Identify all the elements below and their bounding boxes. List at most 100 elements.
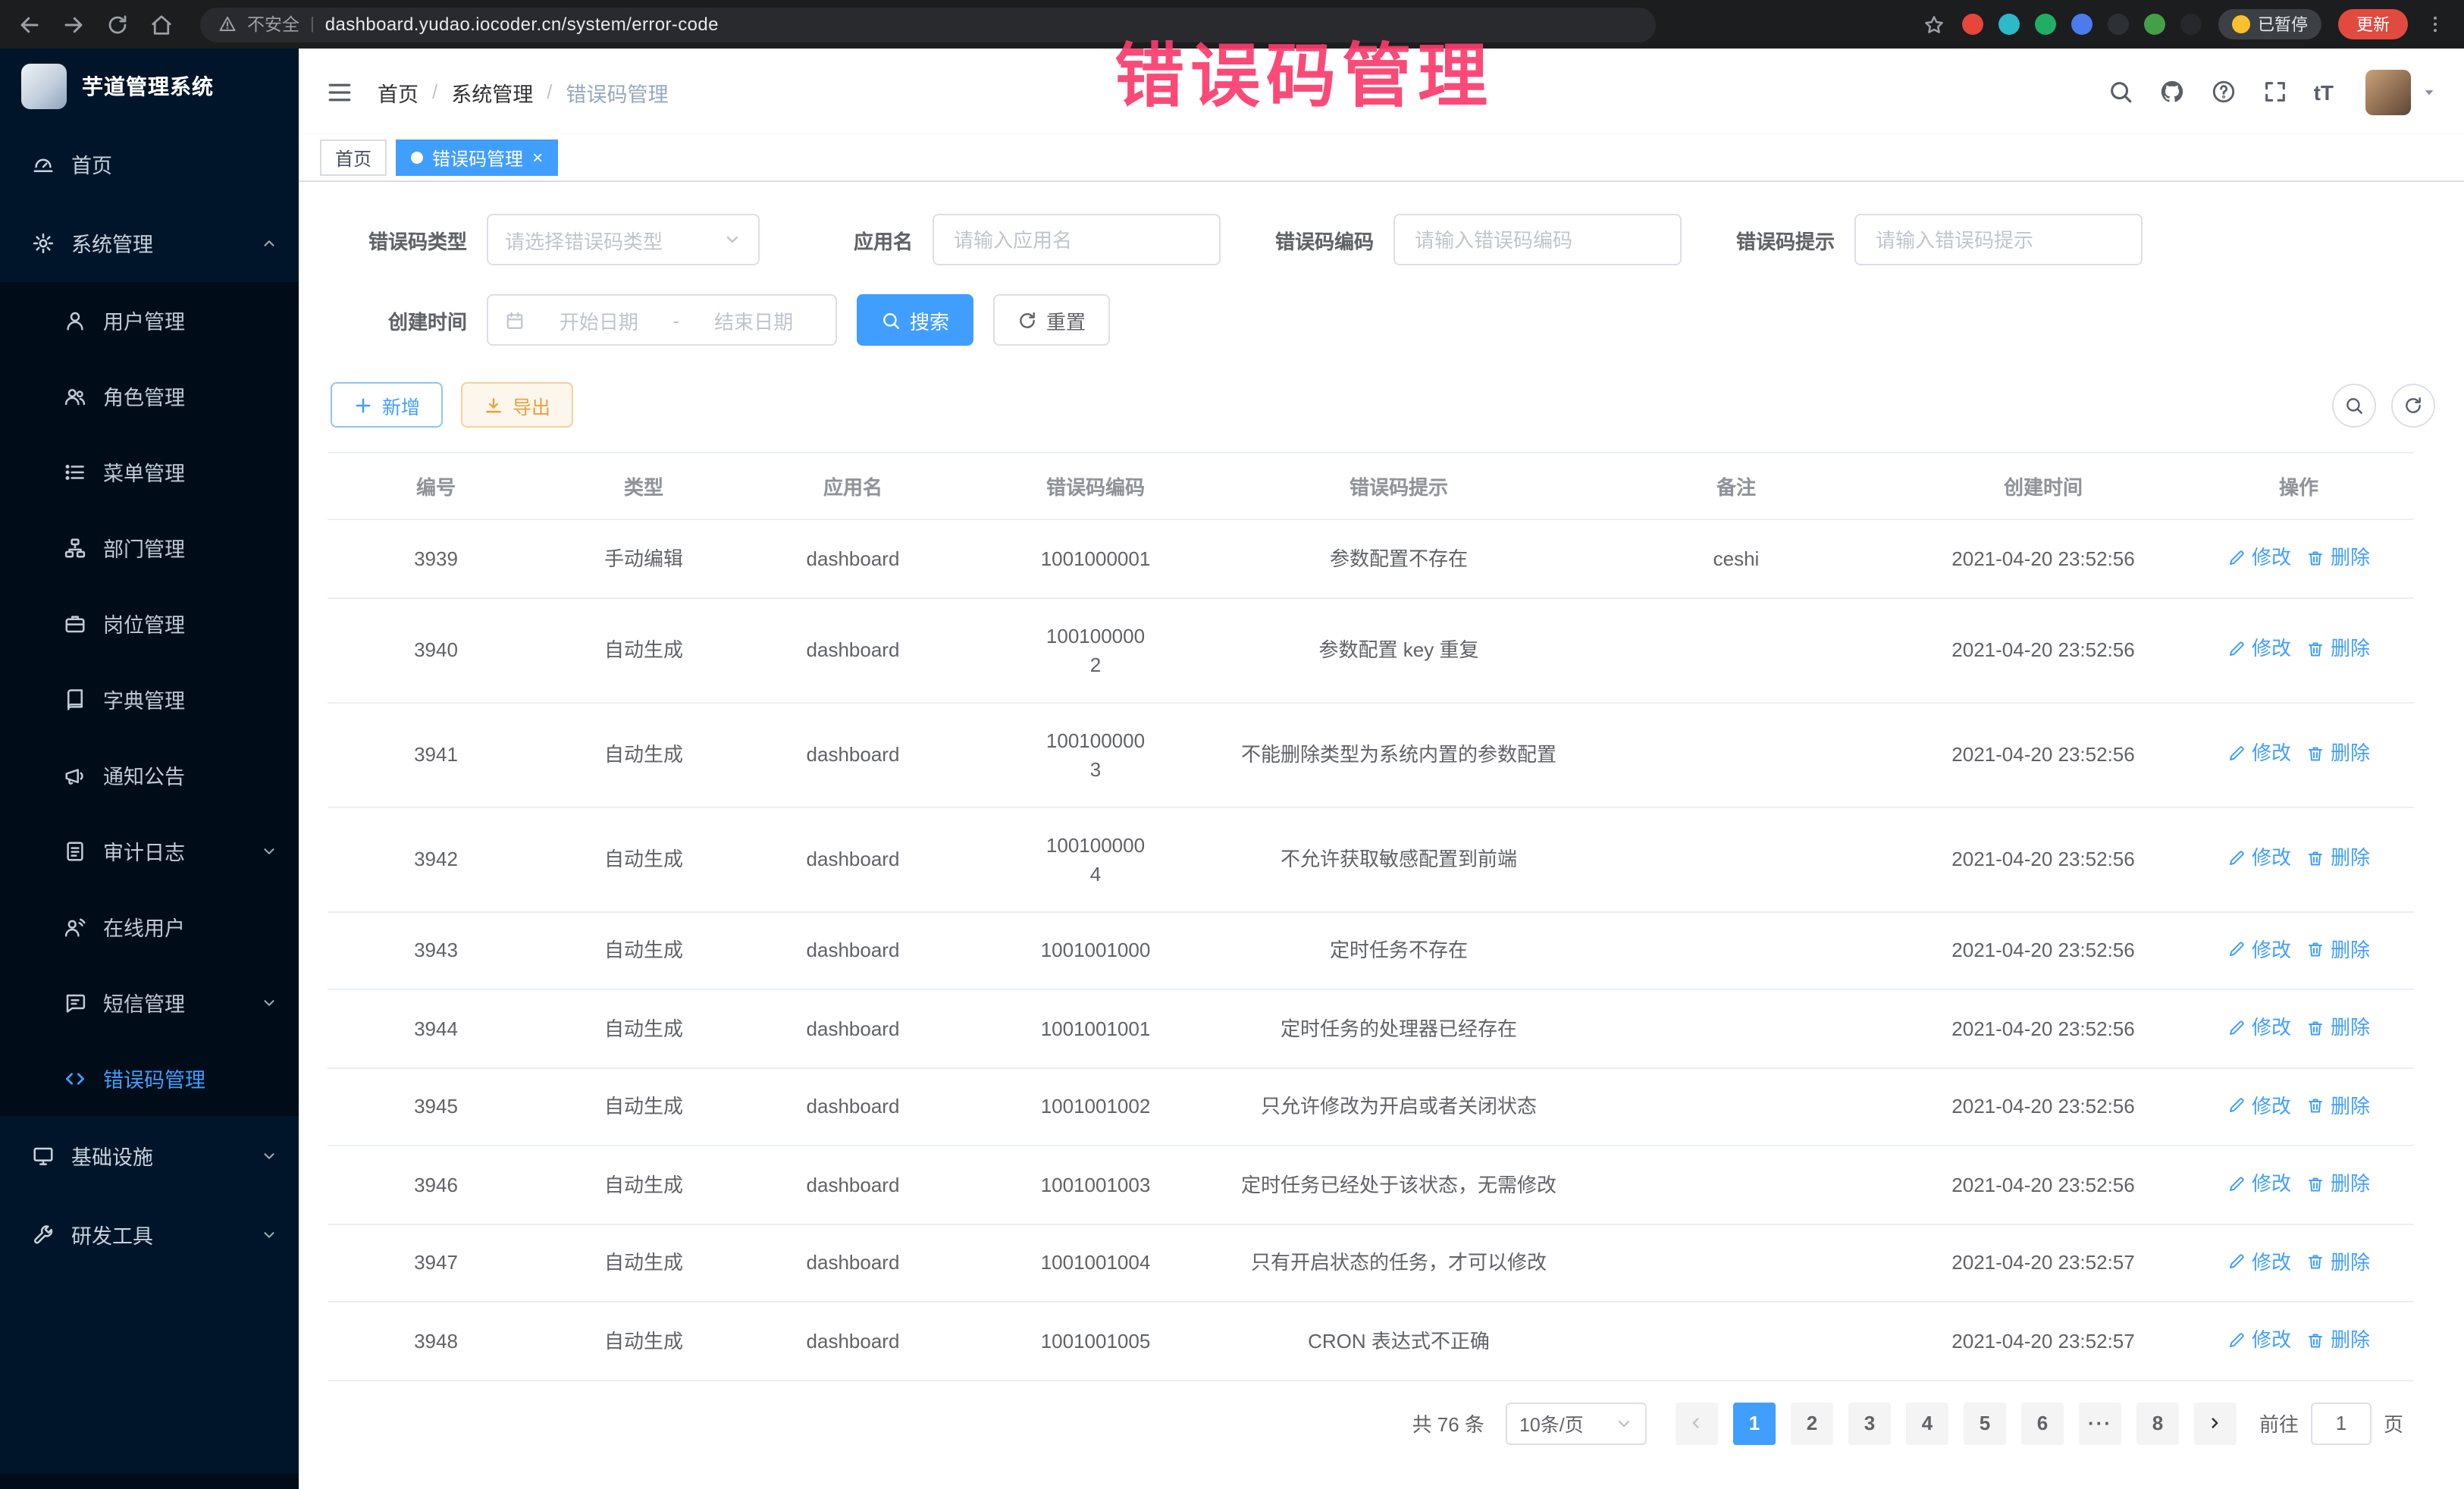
search-icon[interactable] [2108, 79, 2133, 105]
date-range-picker[interactable]: 开始日期 - 结束日期 [487, 294, 837, 346]
extension-pin[interactable] [2180, 14, 2202, 35]
url-text[interactable]: dashboard.yudao.iocoder.cn/system/error-… [325, 14, 719, 35]
sidebar-item-user[interactable]: 用户管理 [0, 282, 299, 358]
edit-link[interactable]: 修改 [2227, 1169, 2291, 1198]
pager-page-6[interactable]: 6 [2021, 1402, 2064, 1444]
delete-link[interactable]: 删除 [2306, 935, 2370, 964]
sidebar-item-menu[interactable]: 菜单管理 [0, 434, 299, 509]
chevron-up-icon [261, 234, 277, 251]
pager-page-2[interactable]: 2 [1791, 1402, 1833, 1444]
delete-link[interactable]: 删除 [2306, 543, 2370, 572]
sidebar-item-system[interactable]: 系统管理 [0, 203, 299, 282]
edit-link[interactable]: 修改 [2227, 543, 2291, 572]
cell-time: 2021-04-20 23:52:56 [1903, 597, 2183, 702]
page-size-select[interactable]: 10条/页 [1506, 1402, 1647, 1444]
toggle-search-button[interactable] [2332, 383, 2376, 427]
pager-page-8[interactable]: 8 [2136, 1402, 2179, 1444]
sidebar-item-dev-tool[interactable]: 研发工具 [0, 1195, 299, 1274]
back-icon[interactable] [18, 13, 41, 36]
extension-leaf[interactable] [2144, 14, 2165, 35]
address-bar[interactable]: 不安全 | dashboard.yudao.iocoder.cn/system/… [200, 7, 1656, 42]
pager-page-4[interactable]: 4 [1906, 1402, 1948, 1444]
sidebar-item-post[interactable]: 岗位管理 [0, 585, 299, 661]
close-tab-icon[interactable]: × [532, 149, 543, 167]
extension-dark-on[interactable] [2108, 14, 2129, 35]
edit-link[interactable]: 修改 [2227, 1325, 2291, 1354]
delete-link[interactable]: 删除 [2306, 739, 2370, 768]
delete-link[interactable]: 删除 [2306, 1091, 2370, 1120]
help-icon[interactable] [2211, 79, 2237, 105]
sidebar-item-role[interactable]: 角色管理 [0, 358, 299, 434]
tab-error-code[interactable]: 错误码管理× [396, 139, 558, 176]
github-icon[interactable] [2159, 79, 2185, 105]
bookmark-star-icon[interactable] [1923, 13, 1945, 36]
breadcrumb-item[interactable]: 系统管理 [451, 77, 533, 107]
error-code-input[interactable] [1393, 214, 1682, 265]
pager-page-1[interactable]: 1 [1733, 1402, 1776, 1444]
pager-page-3[interactable]: 3 [1848, 1402, 1891, 1444]
sidebar-item-online-user[interactable]: 在线用户 [0, 889, 299, 964]
pager-more[interactable]: ··· [2079, 1402, 2121, 1444]
cell-type: 自动生成 [544, 807, 743, 911]
cell-hint: 定时任务已经处于该状态，无需修改 [1228, 1146, 1569, 1224]
extension-blue[interactable] [2071, 14, 2093, 35]
message-icon [64, 991, 86, 1014]
logo[interactable]: 芋道管理系统 [0, 49, 299, 124]
sidebar-item-home[interactable]: 首页 [0, 124, 299, 203]
browser-menu-icon[interactable] [2425, 14, 2446, 35]
edit-label: 修改 [2252, 935, 2291, 964]
extension-green-v[interactable] [2035, 14, 2056, 35]
sidebar-item-infra[interactable]: 基础设施 [0, 1116, 299, 1195]
prev-page-button[interactable] [1676, 1402, 1718, 1444]
edit-label: 修改 [2252, 844, 2291, 873]
extension-teal[interactable] [1998, 14, 2020, 35]
edit-link[interactable]: 修改 [2227, 935, 2291, 964]
sidebar-item-error-code[interactable]: 错误码管理 [0, 1040, 299, 1116]
search-button[interactable]: 搜索 [857, 294, 973, 346]
font-size-icon[interactable]: tT [2314, 80, 2334, 104]
sidebar-item-dict[interactable]: 字典管理 [0, 661, 299, 737]
edit-link[interactable]: 修改 [2227, 739, 2291, 768]
edit-link[interactable]: 修改 [2227, 1247, 2291, 1276]
user-menu[interactable] [2365, 69, 2437, 114]
app-name-input[interactable] [933, 214, 1221, 265]
add-button[interactable]: 新增 [331, 382, 443, 428]
cell-operations: 修改删除 [2183, 807, 2414, 911]
export-button[interactable]: 导出 [461, 382, 573, 428]
home-icon[interactable] [150, 13, 173, 36]
breadcrumb-item[interactable]: 首页 [378, 77, 419, 107]
edit-link[interactable]: 修改 [2227, 1091, 2291, 1120]
update-button[interactable]: 更新 [2338, 9, 2408, 39]
forward-icon[interactable] [62, 13, 85, 36]
extension-red[interactable] [1962, 14, 1983, 35]
error-hint-input[interactable] [1854, 214, 2143, 265]
edit-link[interactable]: 修改 [2227, 844, 2291, 873]
next-page-button[interactable] [2194, 1402, 2237, 1444]
pager-page-5[interactable]: 5 [1964, 1402, 2006, 1444]
reset-button[interactable]: 重置 [993, 294, 1110, 346]
delete-link[interactable]: 删除 [2306, 1325, 2370, 1354]
goto-page-input[interactable] [2311, 1402, 2372, 1444]
edit-link[interactable]: 修改 [2227, 635, 2291, 663]
cell-memo [1569, 597, 1903, 702]
sidebar-item-audit-log[interactable]: 审计日志 [0, 813, 299, 889]
delete-link[interactable]: 删除 [2306, 1013, 2370, 1042]
delete-link[interactable]: 删除 [2306, 1247, 2370, 1276]
reload-icon[interactable] [106, 13, 129, 36]
edit-link[interactable]: 修改 [2227, 1013, 2291, 1042]
sidebar-item-dept[interactable]: 部门管理 [0, 509, 299, 585]
delete-link[interactable]: 删除 [2306, 1169, 2370, 1198]
error-type-select[interactable]: 请选择错误码类型 [487, 214, 760, 265]
delete-link[interactable]: 删除 [2306, 844, 2370, 873]
delete-link[interactable]: 删除 [2306, 635, 2370, 663]
sidebar-item-sms[interactable]: 短信管理 [0, 964, 299, 1040]
paused-badge[interactable]: 已暂停 [2218, 9, 2321, 39]
security-label[interactable]: 不安全 [247, 12, 299, 36]
sidebar-item-notice[interactable]: 通知公告 [0, 737, 299, 813]
tab-home[interactable]: 首页 [320, 139, 387, 176]
menu-fold-icon[interactable] [326, 78, 353, 105]
cell-type: 手动编辑 [544, 519, 743, 597]
fullscreen-icon[interactable] [2262, 79, 2288, 105]
refresh-table-button[interactable] [2391, 383, 2435, 427]
header-actions: tT [2108, 69, 2437, 114]
